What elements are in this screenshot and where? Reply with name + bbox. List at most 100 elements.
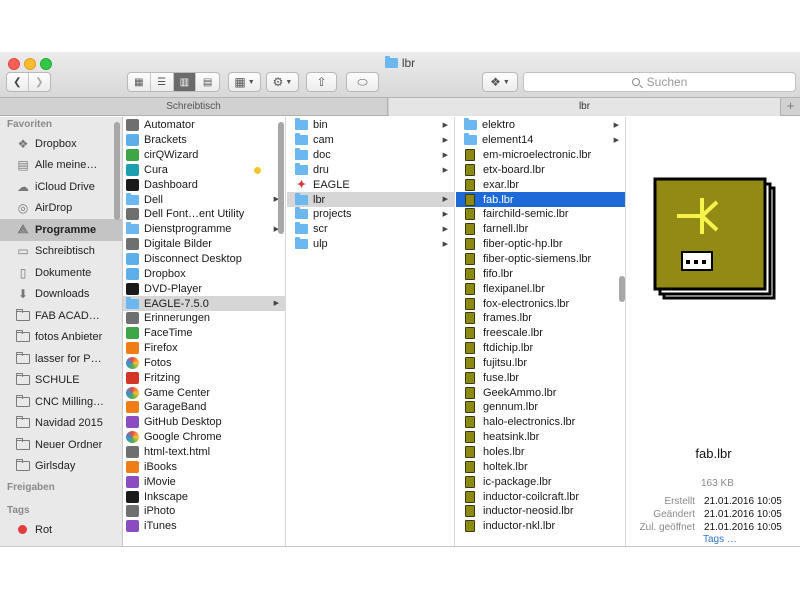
list-view-button[interactable]: ☰ (151, 73, 174, 91)
list-item[interactable]: Erinnerungen (123, 311, 285, 326)
list-item[interactable]: fuse.lbr (456, 370, 625, 385)
list-item[interactable]: holes.lbr (456, 445, 625, 460)
list-item[interactable]: iBooks (123, 459, 285, 474)
sidebar-scrollbar[interactable] (114, 122, 120, 220)
list-item[interactable]: fiber-optic-hp.lbr (456, 237, 625, 252)
icon-view-button[interactable]: ▦ (128, 73, 151, 91)
action-button[interactable]: ⚙ ▼ (266, 72, 299, 92)
sidebar-item-icloud-drive[interactable]: ☁ iCloud Drive (0, 176, 122, 198)
list-item[interactable]: iMovie (123, 474, 285, 489)
list-item[interactable]: Dropbox (123, 266, 285, 281)
cover-flow-button[interactable]: ▤ (196, 73, 219, 91)
list-item[interactable]: Firefox (123, 341, 285, 356)
list-item[interactable]: fujitsu.lbr (456, 356, 625, 371)
new-tab-button[interactable]: + (781, 98, 800, 116)
sidebar-item-fab-acad[interactable]: FAB ACAD… (0, 305, 122, 327)
add-tags-link[interactable]: Tags … (703, 534, 737, 545)
column-view-button[interactable]: ▥ (173, 73, 197, 91)
list-item[interactable]: Digitale Bilder (123, 237, 285, 252)
list-item[interactable]: exar.lbr (456, 177, 625, 192)
list-item[interactable]: inductor-neosid.lbr (456, 504, 625, 519)
list-item[interactable]: html-text.html (123, 445, 285, 460)
list-item[interactable]: gennum.lbr (456, 400, 625, 415)
list-item[interactable]: ic-package.lbr (456, 474, 625, 489)
sidebar-item-lasser-for-p[interactable]: lasser for P… (0, 348, 122, 370)
sidebar-item-programme[interactable]: ⟁ Programme (0, 219, 122, 241)
sidebar-item-schule[interactable]: SCHULE (0, 370, 122, 392)
list-item[interactable]: ftdichip.lbr (456, 341, 625, 356)
list-item[interactable]: ulp ▶ (287, 237, 454, 252)
list-item[interactable]: farnell.lbr (456, 222, 625, 237)
list-item[interactable]: projects ▶ (287, 207, 454, 222)
list-item[interactable]: elektro ▶ (456, 118, 625, 133)
column1-scrollbar[interactable] (278, 122, 284, 234)
sidebar-item-cnc-milling[interactable]: CNC Milling… (0, 391, 122, 413)
list-item[interactable]: dru ▶ (287, 162, 454, 178)
sidebar-item-airdrop[interactable]: ◎ AirDrop (0, 198, 122, 220)
list-item[interactable]: Automator (123, 118, 285, 133)
list-item[interactable]: scr ▶ (287, 222, 454, 237)
list-item[interactable]: freescale.lbr (456, 326, 625, 341)
tab-lbr[interactable]: lbr (389, 98, 781, 116)
list-item[interactable]: iPhoto (123, 504, 285, 519)
list-item[interactable]: Cura (123, 163, 285, 178)
sidebar-item-fotos-anbieter[interactable]: fotos Anbieter (0, 327, 122, 349)
list-item[interactable]: GeekAmmo.lbr (456, 385, 625, 400)
sidebar-item-downloads[interactable]: ⬇ Downloads (0, 284, 122, 306)
sidebar-item-dokumente[interactable]: ▯ Dokumente (0, 262, 122, 284)
sidebar-item-schreibtisch[interactable]: ▭ Schreibtisch (0, 241, 122, 263)
list-item[interactable]: fox-electronics.lbr (456, 296, 625, 311)
list-item[interactable]: Dell ▶ (123, 192, 285, 207)
share-button[interactable]: ⇧ (306, 72, 337, 92)
list-item[interactable]: fifo.lbr (456, 266, 625, 281)
tab-schreibtisch[interactable]: Schreibtisch (0, 98, 388, 116)
list-item[interactable]: holtek.lbr (456, 459, 625, 474)
list-item[interactable]: fab.lbr (456, 192, 625, 208)
column3-scrollbar[interactable] (619, 276, 625, 302)
list-item[interactable]: halo-electronics.lbr (456, 415, 625, 430)
sidebar-tag-rot[interactable]: Rot (0, 519, 122, 541)
list-item[interactable]: Brackets (123, 133, 285, 148)
list-item[interactable]: cirQWizard (123, 148, 285, 163)
list-item[interactable]: GarageBand (123, 400, 285, 415)
list-item[interactable]: Inkscape (123, 489, 285, 504)
list-item[interactable]: inductor-coilcraft.lbr (456, 489, 625, 504)
list-item[interactable]: Dienstprogramme ▶ (123, 222, 285, 237)
list-item[interactable]: fairchild-semic.lbr (456, 207, 625, 222)
list-item[interactable]: cam ▶ (287, 133, 454, 148)
list-item[interactable]: lbr ▶ (287, 192, 454, 208)
list-item[interactable]: Game Center (123, 385, 285, 400)
dropbox-button[interactable]: ❖ ▼ (482, 72, 518, 92)
sidebar-item-dropbox[interactable]: ❖ Dropbox (0, 133, 122, 155)
search-field[interactable]: Suchen (523, 72, 796, 92)
list-item[interactable]: inductor-nkl.lbr (456, 519, 625, 534)
list-item[interactable]: Dashboard (123, 177, 285, 192)
arrange-button[interactable]: ▦ ▼ (228, 72, 261, 92)
list-item[interactable]: FaceTime (123, 326, 285, 341)
list-item[interactable]: element14 ▶ (456, 133, 625, 148)
list-item[interactable]: Google Chrome (123, 430, 285, 445)
forward-button[interactable]: ❯ (29, 73, 50, 91)
list-item[interactable]: em-microelectronic.lbr (456, 148, 625, 163)
list-item[interactable]: heatsink.lbr (456, 430, 625, 445)
list-item[interactable]: doc ▶ (287, 148, 454, 163)
list-item[interactable]: flexipanel.lbr (456, 281, 625, 296)
list-item[interactable]: bin ▶ (287, 118, 454, 133)
back-button[interactable]: ❮ (7, 73, 29, 91)
list-item[interactable]: ✦ EAGLE (287, 177, 454, 192)
sidebar-item-navidad-2015[interactable]: Navidad 2015 (0, 413, 122, 435)
edit-tags-button[interactable]: ⬭ (346, 72, 379, 92)
list-item[interactable]: GitHub Desktop (123, 415, 285, 430)
list-item[interactable]: frames.lbr (456, 311, 625, 326)
list-item[interactable]: Fotos (123, 356, 285, 371)
list-item[interactable]: Dell Font…ent Utility (123, 207, 285, 222)
sidebar-item-alle-meine[interactable]: ▤ Alle meine… (0, 155, 122, 177)
list-item[interactable]: Disconnect Desktop (123, 252, 285, 267)
list-item[interactable]: iTunes (123, 519, 285, 534)
list-item[interactable]: DVD-Player (123, 281, 285, 296)
list-item[interactable]: etx-board.lbr (456, 163, 625, 178)
list-item[interactable]: Fritzing (123, 370, 285, 385)
list-item[interactable]: EAGLE-7.5.0 ▶ (123, 296, 285, 311)
sidebar-item-girlsday[interactable]: Girlsday (0, 456, 122, 478)
list-item[interactable]: fiber-optic-siemens.lbr (456, 252, 625, 267)
